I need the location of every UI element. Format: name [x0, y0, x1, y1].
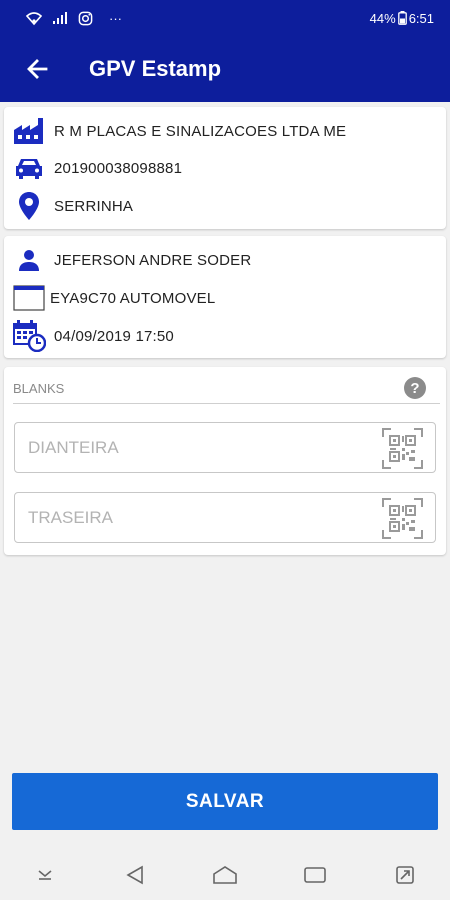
home-icon	[213, 865, 237, 884]
signal-icon	[53, 12, 67, 24]
company-card: R M PLACAS E SINALIZACOES LTDA ME 201900…	[4, 107, 446, 229]
city-row: SERRINHA	[12, 190, 133, 222]
car-icon	[16, 159, 42, 179]
status-bar: ··· 44% 6:51	[0, 0, 450, 36]
license-plate-icon	[13, 285, 45, 311]
front-blank-placeholder: DIANTEIRA	[28, 438, 119, 457]
divider	[13, 403, 440, 404]
battery-percent: 44%	[369, 10, 396, 26]
calendar-clock-icon	[13, 320, 46, 352]
battery-icon	[397, 11, 407, 25]
location-pin-icon	[19, 192, 39, 220]
recents-icon	[304, 866, 326, 883]
front-blank-field[interactable]: DIANTEIRA	[14, 422, 436, 473]
nav-home-button[interactable]	[205, 855, 245, 895]
company-number: 201900038098881	[54, 159, 183, 177]
help-icon[interactable]: ?	[404, 377, 426, 399]
qr-scan-icon[interactable]	[382, 498, 423, 539]
blanks-card: BLANKS ? DIANTEIRA TRASEIRA	[4, 367, 446, 555]
owner-row: JEFERSON ANDRE SODER	[12, 244, 251, 276]
datetime: 04/09/2019 17:50	[54, 327, 174, 345]
factory-icon	[14, 118, 43, 144]
system-nav-bar	[0, 849, 450, 900]
owner-name: JEFERSON ANDRE SODER	[54, 251, 252, 269]
company-name: R M PLACAS E SINALIZACOES LTDA ME	[54, 122, 347, 140]
save-button[interactable]: SALVAR	[12, 773, 438, 830]
company-name-row: R M PLACAS E SINALIZACOES LTDA ME	[12, 115, 346, 147]
wifi-icon	[26, 12, 42, 26]
rear-blank-placeholder: TRASEIRA	[28, 508, 114, 527]
plate-row: EYA9C70 AUTOMOVEL	[12, 282, 215, 314]
arrow-left-icon	[27, 59, 48, 79]
person-icon	[19, 250, 39, 271]
datetime-row: 04/09/2019 17:50	[12, 320, 174, 352]
chevron-down-icon	[38, 869, 52, 880]
company-number-row: 201900038098881	[12, 152, 182, 184]
plate: EYA9C70 AUTOMOVEL	[50, 289, 216, 307]
page-title: GPV Estamp	[89, 56, 222, 81]
app-bar: GPV Estamp	[0, 36, 450, 102]
blanks-label: BLANKS	[13, 381, 65, 396]
instagram-icon	[78, 11, 93, 25]
clock: 6:51	[408, 10, 434, 26]
vehicle-card: JEFERSON ANDRE SODER EYA9C70 AUTOMOVEL 0…	[4, 236, 446, 358]
expand-icon	[396, 865, 414, 884]
qr-scan-icon[interactable]	[382, 428, 423, 469]
city: SERRINHA	[54, 197, 134, 215]
status-more-dots: ···	[109, 10, 122, 26]
nav-hide-button[interactable]	[25, 855, 65, 895]
back-button[interactable]	[22, 54, 52, 84]
nav-recents-button[interactable]	[295, 855, 335, 895]
rear-blank-field[interactable]: TRASEIRA	[14, 492, 436, 543]
nav-expand-button[interactable]	[385, 855, 425, 895]
triangle-back-icon	[126, 865, 143, 884]
nav-back-button[interactable]	[115, 855, 155, 895]
